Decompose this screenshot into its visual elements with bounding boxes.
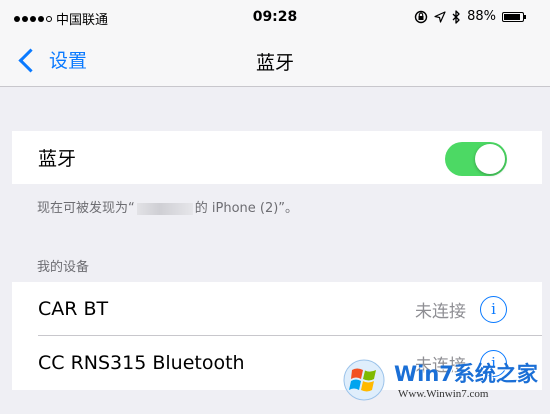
- bluetooth-icon: [452, 9, 460, 24]
- watermark-title: Win7系统之家: [394, 362, 538, 386]
- bluetooth-toggle[interactable]: [445, 142, 507, 176]
- discoverable-note-prefix: 现在可被发现为“: [37, 201, 135, 216]
- device-status: 未连接: [415, 301, 466, 322]
- status-bar: 中国联通 09:28 88%: [0, 0, 550, 36]
- bluetooth-label: 蓝牙: [38, 148, 77, 170]
- device-name: CAR BT: [38, 298, 109, 320]
- location-icon: [434, 10, 446, 23]
- windows-logo-icon: [343, 359, 385, 401]
- navigation-bar: 设置 蓝牙: [0, 36, 550, 87]
- watermark: Win7系统之家 Www.Winwin7.com: [342, 356, 542, 408]
- info-icon[interactable]: i: [480, 295, 507, 323]
- my-devices-header: 我的设备: [37, 260, 90, 275]
- device-row[interactable]: CAR BT 未连接 i: [12, 282, 542, 336]
- bluetooth-toggle-cell: 蓝牙: [12, 131, 542, 184]
- toggle-knob: [475, 144, 505, 174]
- battery-fill: [504, 13, 520, 20]
- page-title: 蓝牙: [255, 52, 294, 74]
- status-right: 88%: [414, 9, 526, 24]
- battery-icon: [502, 11, 526, 22]
- device-name: CC RNS315 Bluetooth: [38, 352, 245, 374]
- battery-percent: 88%: [467, 9, 496, 24]
- blurred-device-name: [136, 202, 193, 215]
- watermark-url: Www.Winwin7.com: [398, 388, 489, 400]
- orientation-lock-icon: [414, 10, 428, 23]
- bluetooth-toggle-group: 蓝牙: [12, 131, 542, 184]
- discoverable-note-suffix: 的 iPhone (2)”。: [194, 201, 299, 216]
- discoverable-note: 现在可被发现为“ 的 iPhone (2)”。: [37, 197, 298, 216]
